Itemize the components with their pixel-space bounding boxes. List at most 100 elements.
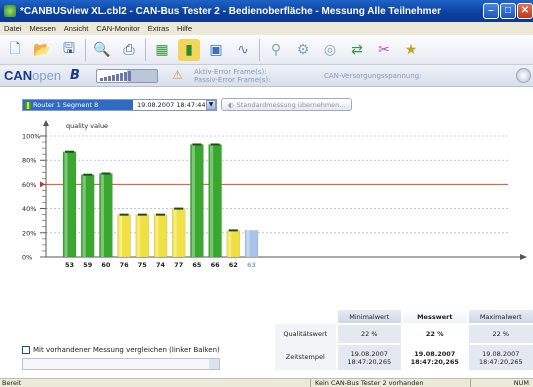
status-strip: CANopen B ⚠ Aktiv-Error Frame(s): Passiv… bbox=[0, 65, 533, 87]
app-icon bbox=[4, 5, 16, 17]
bar-highlight bbox=[100, 173, 104, 257]
bar-highlight bbox=[82, 174, 86, 257]
bar-highlight bbox=[210, 144, 214, 257]
print-preview-icon[interactable]: 🔍 bbox=[91, 39, 113, 61]
toolbar-separator bbox=[259, 38, 260, 61]
quality-min: 22 % bbox=[335, 323, 402, 344]
bar-cap bbox=[83, 173, 93, 176]
gears-icon[interactable]: ⚙ bbox=[292, 39, 314, 61]
timestamp-value: 19.08.2007 18:47:20,265 bbox=[400, 343, 468, 370]
bar-cap bbox=[101, 172, 111, 175]
new-file-icon[interactable]: 🗋 bbox=[4, 39, 26, 61]
y-tick-label: 80% bbox=[22, 157, 36, 165]
monitor-icon[interactable]: ▣ bbox=[205, 39, 227, 61]
toolbar-separator bbox=[85, 38, 86, 61]
toolbar: 🗋 📂 🖫 🔍 ⎙ ▦ ▮ ▣ ∿ ⚲ ⚙ ◎ ⇄ ✂ ★ bbox=[0, 35, 533, 65]
header-messwert: Messwert bbox=[400, 310, 468, 324]
x-tick-label: 65 bbox=[192, 261, 202, 269]
menu-bar: Datei Messen Ansicht CAN-Monitor Extras … bbox=[0, 22, 533, 35]
x-tick-label: 74 bbox=[156, 261, 166, 269]
network-icon[interactable]: ▦ bbox=[151, 39, 173, 61]
title-bar: *CANBUSview XL.cbl2 - CAN-Bus Tester 2 -… bbox=[0, 0, 533, 22]
menu-datei[interactable]: Datei bbox=[0, 24, 26, 33]
y-tick-label: 100% bbox=[22, 133, 41, 141]
voltage-label: CAN-Versorgungsspannung: bbox=[324, 71, 422, 80]
y-axis-label: quality value bbox=[66, 122, 108, 130]
signal-meter bbox=[96, 68, 158, 83]
oscilloscope-icon[interactable]: ∿ bbox=[232, 39, 254, 61]
menu-can-monitor[interactable]: CAN-Monitor bbox=[92, 24, 143, 33]
status-left: Bereit bbox=[2, 379, 22, 387]
bar-cap bbox=[192, 143, 202, 146]
bar-cap bbox=[156, 213, 165, 216]
maximize-button[interactable]: □ bbox=[500, 3, 516, 19]
probe-icon[interactable]: ⚲ bbox=[265, 39, 287, 61]
x-tick-label: 59 bbox=[83, 261, 93, 269]
timestamp-min: 19.08.2007 18:47:20,265 bbox=[335, 343, 402, 370]
segment-selected: Router 1 Segment 8 bbox=[23, 99, 133, 110]
minimize-button[interactable]: – bbox=[483, 3, 499, 19]
save-icon[interactable]: 🖫 bbox=[58, 39, 80, 61]
row-label-quality: Qualitätswert bbox=[275, 324, 338, 344]
x-tick-label: 66 bbox=[211, 261, 221, 269]
close-button[interactable]: ✕ bbox=[517, 3, 533, 19]
header-maximalwert: Maximalwert bbox=[466, 310, 533, 324]
measurement-icon: ◐ bbox=[228, 100, 234, 109]
timestamp-max: 19.08.2007 18:47:20,265 bbox=[466, 343, 533, 370]
standard-measurement-label: Standardmessung übernehmen... bbox=[236, 100, 346, 109]
canopen-logo: CANopen bbox=[4, 68, 62, 83]
status-round-button[interactable] bbox=[516, 68, 531, 83]
graduation-icon[interactable]: ★ bbox=[400, 39, 422, 61]
bar-highlight bbox=[246, 230, 250, 257]
y-axis-arrow bbox=[43, 120, 49, 126]
menu-hilfe[interactable]: Hilfe bbox=[173, 24, 196, 33]
bus-b-icon: B bbox=[70, 68, 80, 83]
segment-date: 19.08.2007 18:47:44 bbox=[137, 100, 206, 109]
x-tick-label: 77 bbox=[174, 261, 183, 269]
row-label-timestamp: Zeitstempel bbox=[275, 344, 338, 370]
y-tick-label: 60% bbox=[22, 181, 36, 189]
compare-row: Mit vorhandener Messung vergleichen (lin… bbox=[22, 346, 220, 354]
bar-highlight bbox=[173, 208, 177, 257]
bar-cap bbox=[228, 229, 238, 232]
quality-max: 22 % bbox=[466, 323, 533, 344]
quality-chart: quality value 100% 80% 60% 40% 20% 0% 53 59 60 76 7… bbox=[22, 120, 527, 269]
open-folder-icon[interactable]: 📂 bbox=[31, 39, 53, 61]
cable-icon[interactable]: ◎ bbox=[319, 39, 341, 61]
bar-cap bbox=[65, 150, 74, 153]
x-tick-label: 75 bbox=[138, 261, 148, 269]
status-device: Kein CAN-Bus Tester 2 vorhanden bbox=[310, 379, 470, 387]
wrench-icon[interactable]: ✂ bbox=[373, 39, 395, 61]
bar-chart-icon[interactable]: ▮ bbox=[178, 38, 200, 61]
arrows-icon[interactable]: ⇄ bbox=[346, 39, 368, 61]
compare-select[interactable] bbox=[22, 358, 220, 370]
toolbar-separator bbox=[145, 38, 146, 61]
x-tick-label: 60 bbox=[101, 261, 111, 269]
quality-value: 22 % bbox=[400, 323, 468, 344]
bar-highlight bbox=[64, 151, 68, 257]
y-tick-label: 40% bbox=[22, 205, 36, 213]
y-tick-label: 0% bbox=[22, 254, 32, 262]
bar-highlight bbox=[155, 214, 159, 257]
compare-checkbox[interactable] bbox=[22, 346, 30, 354]
menu-ansicht[interactable]: Ansicht bbox=[60, 24, 93, 33]
bar-highlight bbox=[119, 214, 123, 257]
bar-highlight bbox=[191, 144, 195, 257]
bar-highlight bbox=[228, 230, 232, 257]
bar-highlight bbox=[137, 214, 141, 257]
threshold-marker bbox=[40, 181, 45, 188]
bar-cap bbox=[174, 207, 184, 210]
menu-extras[interactable]: Extras bbox=[144, 24, 173, 33]
main-area: Router 1 Segment 8 19.08.2007 18:47:44 ▼… bbox=[0, 88, 533, 378]
menu-messen[interactable]: Messen bbox=[26, 24, 60, 33]
stats-table: Minimalwert Messwert Maximalwert Qualitä… bbox=[275, 310, 533, 370]
segment-select[interactable]: Router 1 Segment 8 19.08.2007 18:47:44 ▼ bbox=[22, 98, 217, 111]
status-num: NUM bbox=[470, 379, 533, 387]
bar-cap bbox=[119, 213, 129, 216]
x-tick-label: 62 bbox=[229, 261, 238, 269]
print-icon[interactable]: ⎙ bbox=[118, 39, 140, 61]
standard-measurement-button[interactable]: ◐ Standardmessung übernehmen... bbox=[221, 98, 353, 111]
chevron-down-icon[interactable] bbox=[209, 359, 219, 369]
error-frame-icon: ⚠ bbox=[172, 67, 183, 82]
chevron-down-icon[interactable]: ▼ bbox=[206, 99, 216, 110]
